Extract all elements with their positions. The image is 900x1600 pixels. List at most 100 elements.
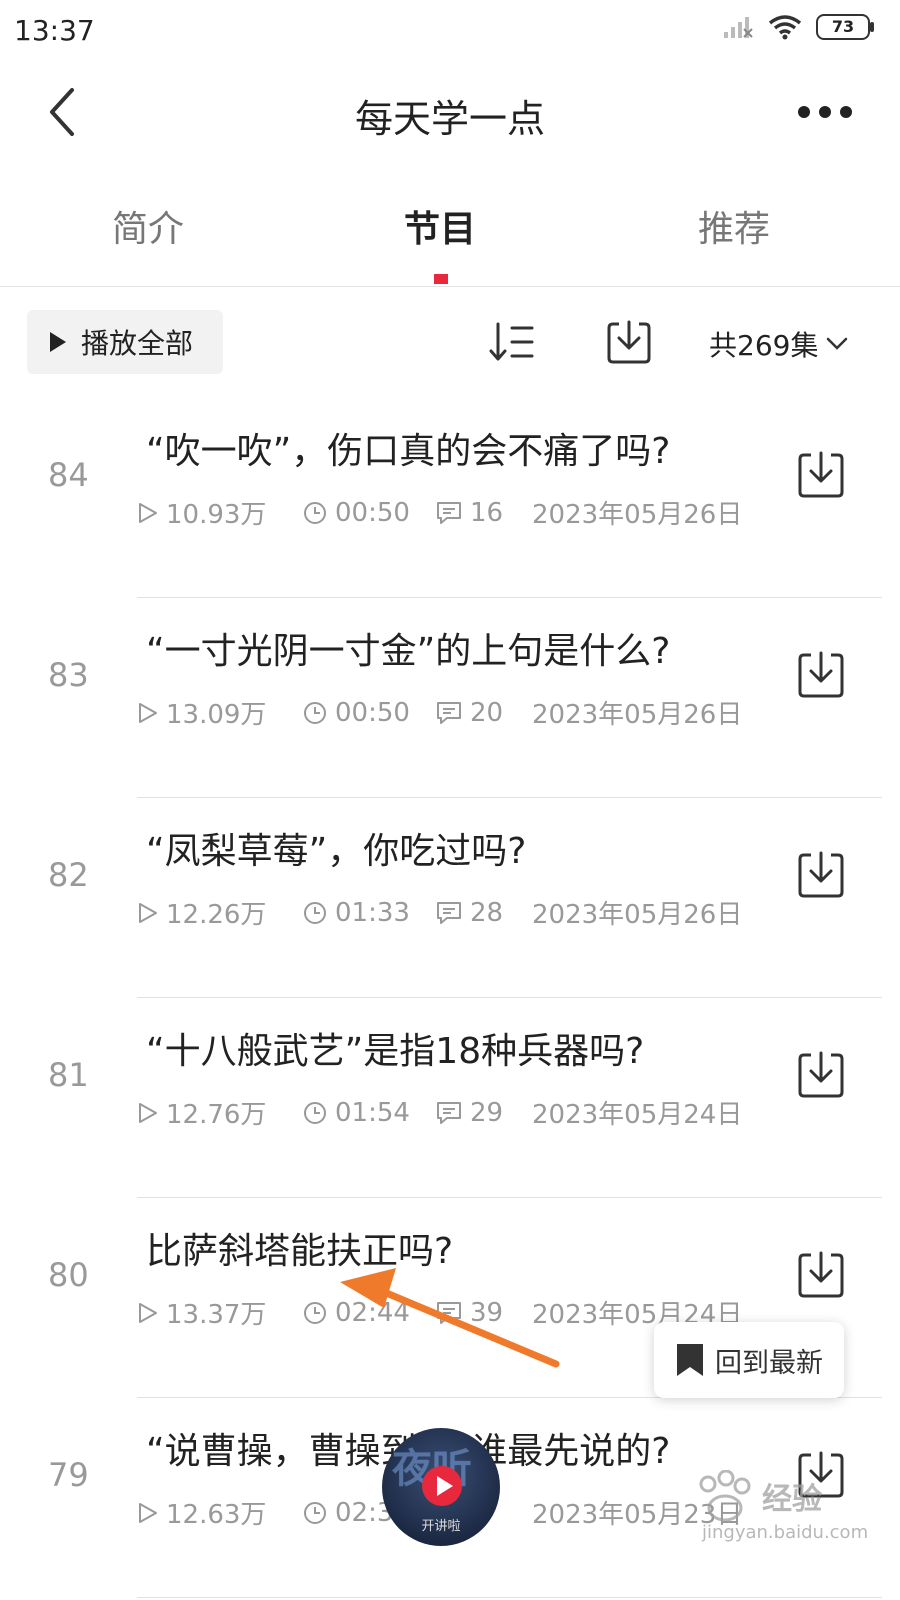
sort-icon bbox=[489, 322, 534, 361]
back-to-latest-label: 回到最新 bbox=[715, 1347, 823, 1379]
status-icons: 73 bbox=[722, 14, 874, 40]
publish-date: 2023年05月24日 bbox=[532, 1094, 742, 1131]
more-button[interactable] bbox=[790, 90, 860, 134]
duration: 01:33 bbox=[303, 898, 436, 928]
duration: 02:44 bbox=[303, 1298, 436, 1328]
clock-icon bbox=[304, 1501, 326, 1524]
episode-number: 79 bbox=[48, 1456, 89, 1494]
episode-row[interactable]: 81 “十八般武艺”是指18种兵器吗? 12.76万 01:54 29 2023年05月2… bbox=[0, 998, 900, 1198]
clock-icon bbox=[304, 701, 326, 724]
episode-meta: 13.37万 02:44 39 2023年05月24日 bbox=[138, 1294, 742, 1331]
comment-count: 28 bbox=[436, 898, 532, 928]
publish-date-value: 2023年05月26日 bbox=[532, 700, 743, 730]
play-count-value: 12.76万 bbox=[166, 1100, 267, 1130]
play-all-button[interactable]: 播放全部 bbox=[27, 310, 223, 374]
play-count-icon bbox=[139, 1302, 157, 1323]
sort-button[interactable] bbox=[488, 320, 536, 364]
publish-date: 2023年05月26日 bbox=[532, 694, 742, 731]
play-count-value: 13.09万 bbox=[166, 700, 267, 730]
mini-player[interactable]: 夜听 开讲啦 bbox=[382, 1428, 500, 1546]
play-count-value: 10.93万 bbox=[166, 500, 267, 530]
download-icon bbox=[798, 1051, 844, 1098]
bookmark-icon bbox=[677, 1344, 703, 1376]
episode-row[interactable]: 84 “吹一吹”，伤口真的会不痛了吗? 10.93万 00:50 16 2023年05月2… bbox=[0, 398, 900, 598]
play-count-icon bbox=[139, 502, 157, 523]
comment-icon bbox=[437, 501, 461, 524]
wifi-icon bbox=[768, 15, 802, 40]
episode-title: “吹一吹”，伤口真的会不痛了吗? bbox=[146, 431, 671, 472]
play-count-icon bbox=[139, 1102, 157, 1123]
episode-download-button[interactable] bbox=[796, 650, 846, 700]
clock-icon bbox=[304, 1101, 326, 1124]
download-icon bbox=[798, 851, 844, 898]
episode-meta: 12.76万 01:54 29 2023年05月24日 bbox=[138, 1094, 742, 1131]
episode-download-button[interactable] bbox=[796, 1250, 846, 1300]
duration-value: 02:44 bbox=[335, 1297, 410, 1328]
active-tab-indicator bbox=[434, 274, 448, 284]
play-count: 10.93万 bbox=[138, 494, 303, 531]
row-divider bbox=[137, 1597, 882, 1598]
play-icon bbox=[50, 332, 66, 352]
episode-number: 83 bbox=[48, 656, 89, 694]
duration-value: 00:50 bbox=[335, 697, 410, 728]
episode-toolbar: 播放全部 共269集 bbox=[0, 310, 900, 376]
episode-row[interactable]: 83 “一寸光阴一寸金”的上句是什么? 13.09万 00:50 20 2023年05月2… bbox=[0, 598, 900, 798]
download-icon bbox=[798, 651, 844, 698]
signal-icon bbox=[724, 17, 753, 38]
episode-title: “凤梨草莓”，你吃过吗? bbox=[146, 831, 527, 872]
comment-count-value: 16 bbox=[470, 497, 504, 528]
episode-number: 81 bbox=[48, 1056, 89, 1094]
publish-date-value: 2023年05月26日 bbox=[532, 900, 743, 930]
episode-number: 82 bbox=[48, 856, 89, 894]
download-icon bbox=[607, 320, 651, 364]
publish-date-value: 2023年05月26日 bbox=[532, 500, 743, 530]
episode-title: “一寸光阴一寸金”的上句是什么? bbox=[146, 631, 671, 672]
episode-download-button[interactable] bbox=[796, 450, 846, 500]
episode-title: “十八般武艺”是指18种兵器吗? bbox=[146, 1031, 645, 1072]
page-title: 每天学一点 bbox=[354, 97, 545, 141]
tab-intro[interactable]: 简介 bbox=[112, 200, 184, 252]
duration: 00:50 bbox=[303, 698, 436, 728]
episode-count-label: 共269集 bbox=[709, 329, 819, 362]
clock-icon bbox=[304, 1301, 326, 1324]
status-bar: 13:37 73 bbox=[0, 0, 900, 62]
comment-count: 39 bbox=[436, 1298, 532, 1328]
comment-count-value: 28 bbox=[470, 897, 504, 928]
tab-bar: 简介 节目 推荐 bbox=[0, 180, 900, 287]
publish-date: 2023年05月26日 bbox=[532, 894, 742, 931]
download-all-button[interactable] bbox=[605, 318, 653, 366]
episode-title: 比萨斜塔能扶正吗? bbox=[146, 1231, 454, 1272]
episode-count-dropdown[interactable]: 共269集 bbox=[709, 324, 848, 364]
play-count-icon bbox=[139, 1502, 157, 1523]
episode-download-button[interactable] bbox=[796, 850, 846, 900]
episode-row[interactable]: 82 “凤梨草莓”，你吃过吗? 12.26万 01:33 28 2023年05月26日 bbox=[0, 798, 900, 998]
episode-download-button[interactable] bbox=[796, 1050, 846, 1100]
episode-number: 80 bbox=[48, 1256, 89, 1294]
comment-icon bbox=[437, 1301, 461, 1324]
battery-indicator: 73 bbox=[816, 14, 874, 40]
duration-value: 01:54 bbox=[335, 1097, 410, 1128]
back-to-latest-button[interactable]: 回到最新 bbox=[654, 1322, 844, 1398]
duration-value: 01:33 bbox=[335, 897, 410, 928]
play-count: 13.37万 bbox=[138, 1294, 303, 1331]
mini-player-play-icon bbox=[422, 1466, 462, 1506]
comment-count-value: 29 bbox=[470, 1097, 504, 1128]
comment-count: 20 bbox=[436, 698, 532, 728]
duration: 01:54 bbox=[303, 1098, 436, 1128]
comment-icon bbox=[437, 901, 461, 924]
comment-icon bbox=[437, 701, 461, 724]
tab-episodes[interactable]: 节目 bbox=[404, 200, 476, 252]
comment-count-value: 39 bbox=[470, 1297, 504, 1328]
tab-recommend[interactable]: 推荐 bbox=[698, 200, 770, 252]
episode-meta: 10.93万 00:50 16 2023年05月26日 bbox=[138, 494, 742, 531]
clock-icon bbox=[304, 901, 326, 924]
episode-list: 84 “吹一吹”，伤口真的会不痛了吗? 10.93万 00:50 16 2023年05月2… bbox=[0, 398, 900, 1598]
clock-icon bbox=[304, 501, 326, 524]
play-count: 12.26万 bbox=[138, 894, 303, 931]
comment-count: 29 bbox=[436, 1098, 532, 1128]
play-all-label: 播放全部 bbox=[81, 327, 194, 360]
watermark: 经验 jingyan.baidu.com bbox=[690, 1470, 880, 1550]
comment-icon bbox=[437, 1101, 461, 1124]
episode-number: 84 bbox=[48, 456, 89, 494]
comment-count: 16 bbox=[436, 498, 532, 528]
